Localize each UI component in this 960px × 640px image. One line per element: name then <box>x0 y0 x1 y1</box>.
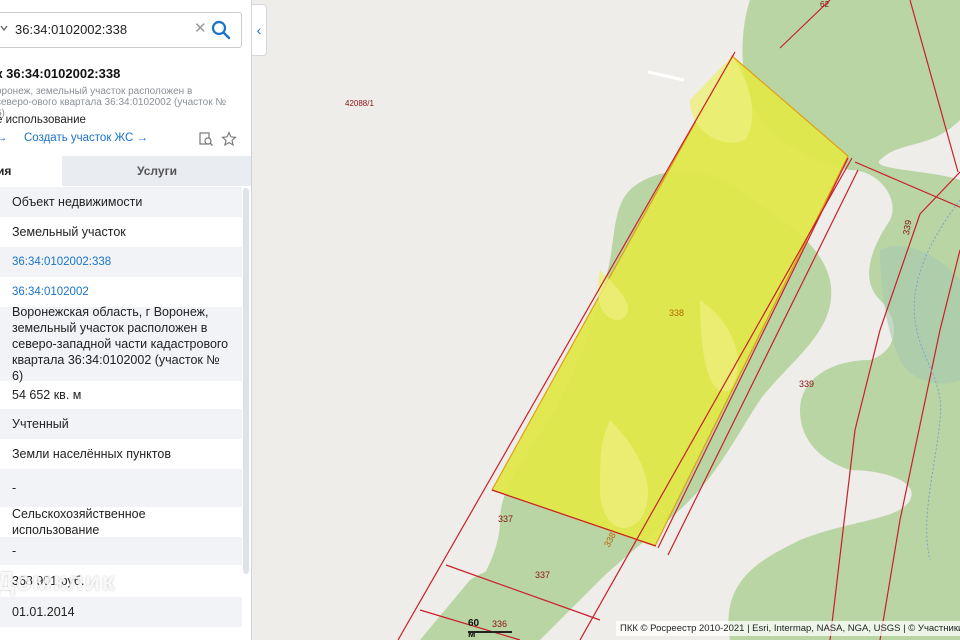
empty-value: - <box>12 481 17 495</box>
list-item: Сельскохозяйственное использование <box>0 507 242 537</box>
watermark: Домклик <box>0 566 116 596</box>
search-row: 36:34:0102002:338 ✕ <box>0 0 251 60</box>
list-item: Учтенный <box>0 409 242 439</box>
permitted-use-value: Сельскохозяйственное использование <box>12 507 146 537</box>
land-category-value: Земли населённых пунктов <box>12 447 171 461</box>
list-item: - <box>0 537 242 565</box>
chevron-left-icon: ‹ <box>256 22 262 38</box>
scrollbar[interactable] <box>243 188 249 574</box>
info-panel: 36:34:0102002:338 ✕ к 36:34:0102002:338 … <box>0 0 252 640</box>
scale-label: 60 м <box>468 618 480 640</box>
action-links: → Создать участок ЖС → <box>0 131 248 150</box>
list-item[interactable]: 36:34:0102002 <box>0 277 242 307</box>
list-item: Земельный участок <box>0 217 242 247</box>
object-kind-value: Земельный участок <box>12 225 126 239</box>
attribute-list: Объект недвижимости Земельный участок 36… <box>0 187 242 627</box>
selected-parcel-label: 338 <box>669 308 685 318</box>
clear-icon[interactable]: ✕ <box>194 19 207 37</box>
tab-services[interactable]: Услуги <box>62 156 251 186</box>
area-value: 54 652 кв. м <box>12 388 82 402</box>
prev-link[interactable]: → <box>0 132 8 144</box>
list-item: Земли населённых пунктов <box>0 439 242 469</box>
list-item: - <box>0 469 242 507</box>
create-parcel-link[interactable]: Создать участок ЖС → <box>24 132 148 144</box>
collapse-panel-button[interactable]: ‹ <box>252 4 267 56</box>
empty-value: - <box>12 544 17 558</box>
tab-information[interactable]: ия <box>0 156 62 186</box>
report-icon[interactable] <box>198 131 214 147</box>
date-value: 01.01.2014 <box>12 605 75 619</box>
cadastral-quarter-link[interactable]: 36:34:0102002 <box>12 284 89 300</box>
search-input[interactable]: 36:34:0102002:338 <box>15 22 127 37</box>
usage-text: е использование <box>0 114 86 126</box>
parcel-label-339: 339 <box>799 379 815 389</box>
list-item: 54 652 кв. м <box>0 381 242 409</box>
map-attribution: ПКК © Росреестр 2010-2021 | Esri, Interm… <box>616 621 960 636</box>
object-type-value: Объект недвижимости <box>12 195 143 209</box>
quarter-label: 42088/1 <box>345 99 374 108</box>
list-item: Объект недвижимости <box>0 187 242 217</box>
list-item: 01.01.2014 <box>0 597 242 627</box>
page-title: к 36:34:0102002:338 <box>0 66 121 81</box>
parcel-label-62: 62 <box>820 0 829 9</box>
road-segment <box>647 70 685 82</box>
status-value: Учтенный <box>12 417 69 431</box>
star-icon[interactable] <box>221 131 237 147</box>
search-icon[interactable] <box>209 18 233 42</box>
tab-information-label: ия <box>0 164 12 178</box>
cadastral-number-link[interactable]: 36:34:0102002:338 <box>12 254 111 270</box>
parcel-label-337: 337 <box>535 570 551 580</box>
tabs: ия Услуги <box>0 156 251 186</box>
search-box[interactable]: 36:34:0102002:338 ✕ <box>0 12 242 48</box>
list-item: Воронежская область, г Воронеж, земельны… <box>0 305 242 383</box>
chevron-down-icon[interactable] <box>0 21 9 37</box>
parcel-label-337: 337 <box>498 514 514 524</box>
address-value: Воронежская область, г Воронеж, земельны… <box>12 305 229 383</box>
list-item[interactable]: 36:34:0102002:338 <box>0 247 242 277</box>
tab-services-label: Услуги <box>137 164 177 178</box>
scale-bar <box>468 631 512 633</box>
parcel-label-336: 336 <box>492 619 508 629</box>
